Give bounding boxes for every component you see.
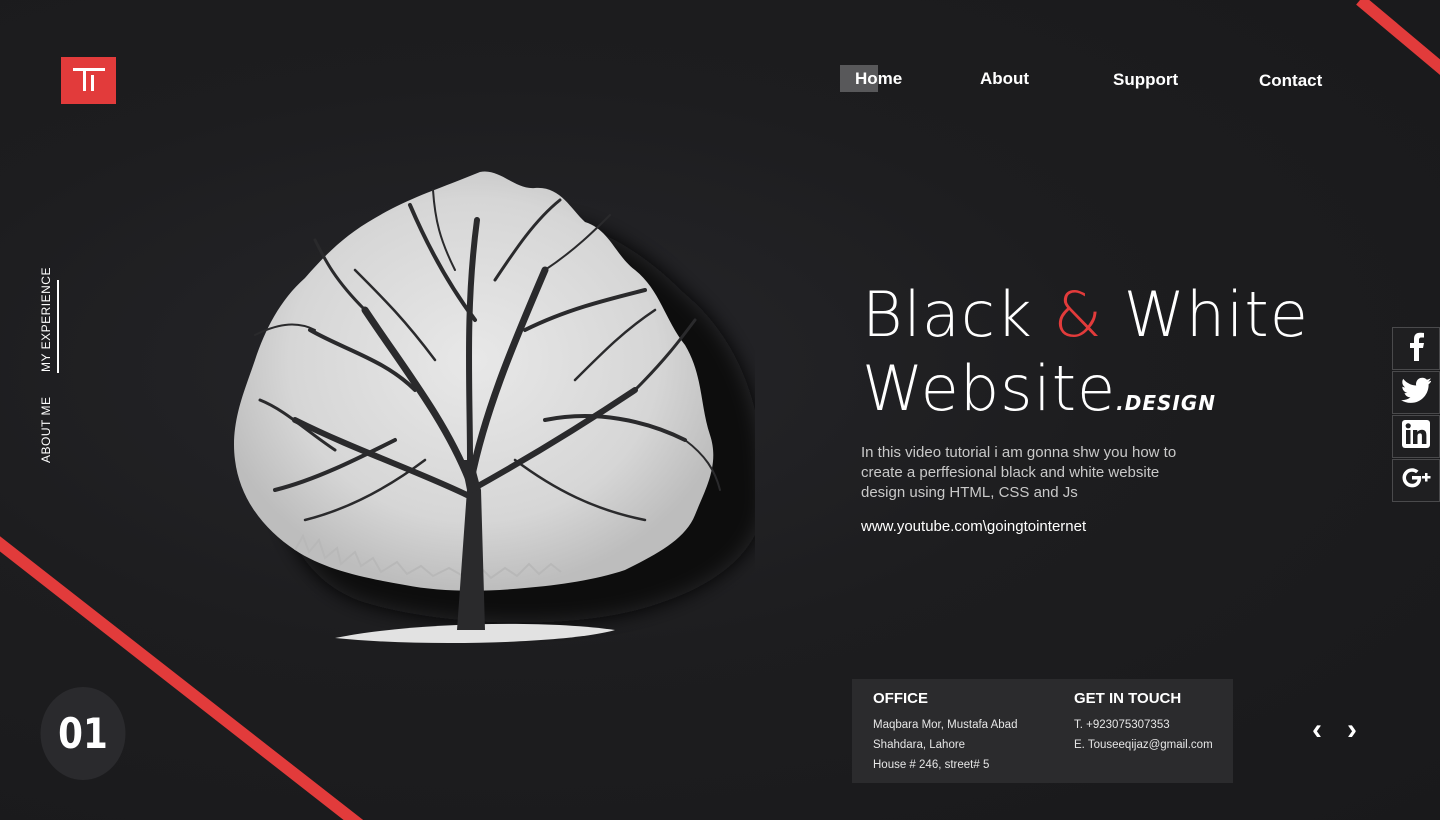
twitter-icon bbox=[1401, 377, 1432, 408]
google-plus-button[interactable] bbox=[1392, 459, 1440, 502]
title-ampersand: & bbox=[1053, 278, 1103, 351]
linkedin-icon bbox=[1402, 420, 1430, 453]
slide-counter: 01 bbox=[40, 687, 126, 780]
facebook-icon bbox=[1405, 331, 1427, 366]
side-active-bar bbox=[57, 280, 59, 373]
phone-text: T. +923075307353 bbox=[1074, 719, 1170, 731]
contact-section: GET IN TOUCH T. +923075307353 E. Touseeq… bbox=[1074, 690, 1213, 755]
title-word-white: White bbox=[1123, 278, 1309, 351]
side-link-experience[interactable]: MY EXPERIENCE bbox=[39, 267, 53, 372]
contact-info-box: OFFICE Maqbara Mor, Mustafa Abad Shahdar… bbox=[852, 679, 1233, 783]
title-word-website: Website bbox=[862, 352, 1117, 425]
office-heading: OFFICE bbox=[873, 690, 928, 707]
nav-item-contact[interactable]: Contact bbox=[1259, 71, 1322, 91]
prev-arrow-button[interactable]: ‹ bbox=[1312, 713, 1322, 747]
nav-item-support[interactable]: Support bbox=[1113, 70, 1178, 90]
youtube-link[interactable]: www.youtube.com\goingtointernet bbox=[861, 518, 1086, 535]
email-text[interactable]: E. Touseeqijaz@gmail.com bbox=[1074, 735, 1213, 755]
tree-image bbox=[215, 160, 765, 660]
next-arrow-button[interactable]: › bbox=[1347, 713, 1357, 747]
contact-heading: GET IN TOUCH bbox=[1074, 690, 1182, 707]
side-link-about[interactable]: ABOUT ME bbox=[39, 397, 53, 463]
twitter-button[interactable] bbox=[1392, 371, 1440, 414]
office-section: OFFICE Maqbara Mor, Mustafa Abad Shahdar… bbox=[873, 690, 1017, 775]
title-design-suffix: .DESIGN bbox=[1116, 391, 1217, 415]
office-line: House # 246, street# 5 bbox=[873, 759, 990, 771]
main-nav: Home About Support Contact bbox=[0, 64, 1440, 104]
hero-description: In this video tutorial i am gonna shw yo… bbox=[861, 444, 1177, 501]
social-bar bbox=[1392, 327, 1440, 503]
office-line: Maqbara Mor, Mustafa Abad bbox=[873, 719, 1018, 731]
nav-item-about[interactable]: About bbox=[980, 69, 1029, 89]
title-word-black: Black bbox=[862, 278, 1033, 351]
office-line: Shahdara, Lahore bbox=[873, 739, 966, 751]
facebook-button[interactable] bbox=[1392, 327, 1440, 370]
linkedin-button[interactable] bbox=[1392, 415, 1440, 458]
nav-item-home[interactable]: Home bbox=[855, 69, 902, 89]
google-plus-icon bbox=[1401, 465, 1431, 496]
hero-title: Black & White Website.DESIGN bbox=[862, 278, 1309, 440]
